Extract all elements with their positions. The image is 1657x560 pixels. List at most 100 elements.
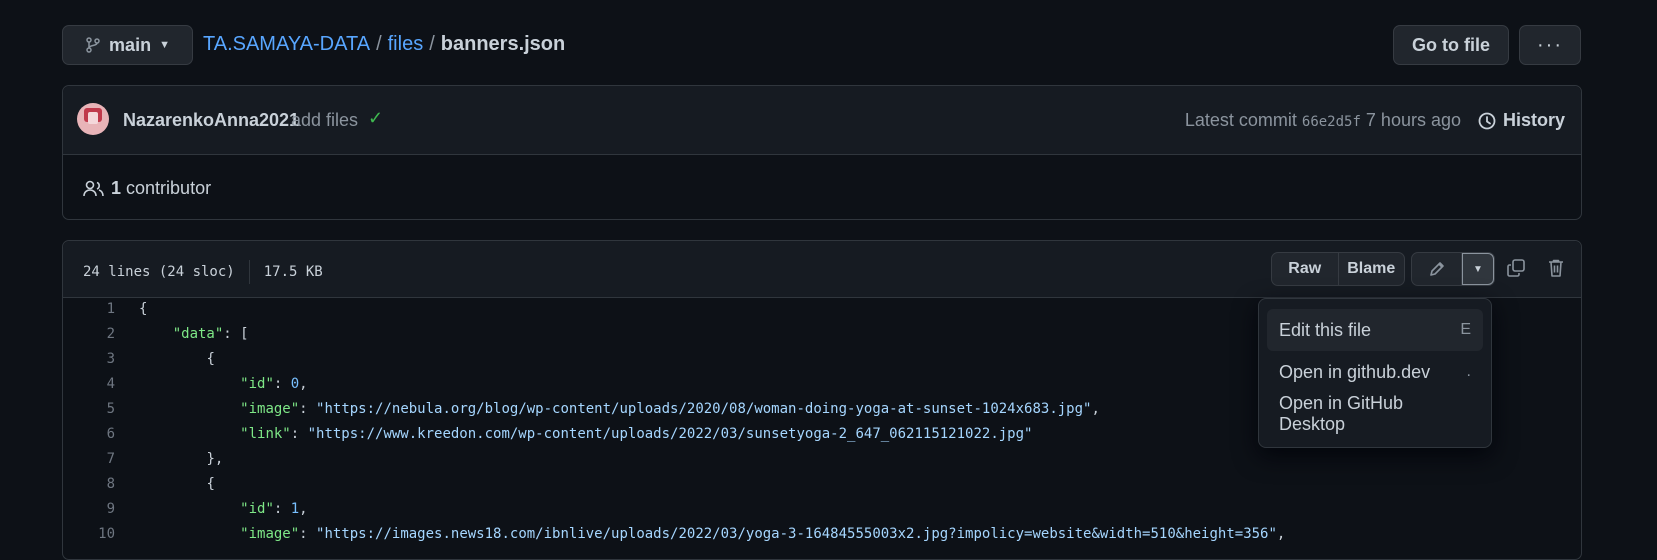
branch-name: main: [109, 34, 152, 55]
more-options-button[interactable]: ···: [1519, 25, 1581, 65]
check-icon[interactable]: ✓: [368, 108, 383, 129]
line-content: "image": "https://images.news18.com/ibnl…: [139, 526, 1285, 542]
menu-item-shortcut: E: [1460, 321, 1471, 338]
code-token: ,: [299, 501, 308, 517]
line-number[interactable]: 8: [63, 476, 115, 492]
pencil-icon: [1429, 262, 1444, 276]
raw-button[interactable]: Raw: [1272, 253, 1339, 285]
latest-commit-label: Latest commit: [1184, 110, 1297, 130]
line-number[interactable]: 7: [63, 451, 115, 467]
line-number[interactable]: 5: [63, 401, 115, 417]
code-token: ,: [1276, 526, 1286, 542]
breadcrumb-current-file: banners.json: [440, 33, 566, 55]
breadcrumb: TA.SAMAYA-DATA / files / banners.json: [203, 33, 565, 56]
breadcrumb-separator: /: [376, 33, 382, 55]
menu-item-label: Edit this file: [1279, 319, 1372, 340]
contributor-label: contributor: [126, 178, 212, 198]
code-token: :: [299, 526, 317, 542]
file-size: 17.5 KB: [263, 264, 323, 280]
git-branch-icon: [86, 37, 100, 53]
code-token: "id": [240, 501, 274, 517]
breadcrumb-folder-link[interactable]: files: [388, 33, 424, 55]
blame-button[interactable]: Blame: [1339, 253, 1405, 285]
menu-item-open-github-desktop[interactable]: Open in GitHub Desktop: [1267, 393, 1483, 435]
avatar[interactable]: [77, 103, 109, 135]
breadcrumb-separator: /: [429, 33, 435, 55]
contributor-count: 1: [111, 178, 122, 198]
code-line: 8 {: [63, 472, 1581, 497]
chevron-down-icon: ▼: [159, 39, 170, 51]
code-token: "image": [240, 526, 300, 542]
file-line-count: 24 lines (24 sloc): [83, 264, 235, 280]
edit-button-group: ▼: [1411, 252, 1495, 286]
code-token: :: [273, 376, 291, 392]
code-token: 0: [290, 376, 300, 392]
contributors-summary[interactable]: 1 contributor: [83, 178, 211, 199]
code-token: "https://images.news18.com/ibnlive/uploa…: [316, 526, 1277, 542]
line-number[interactable]: 6: [63, 426, 115, 442]
code-token: :: [299, 401, 317, 417]
latest-commit-row: NazarenkoAnna2021 add files ✓ Latest com…: [63, 86, 1581, 155]
code-token: {: [206, 476, 215, 492]
code-token: "id": [240, 376, 274, 392]
divider: [248, 260, 250, 284]
menu-item-label: Open in github.dev: [1279, 361, 1431, 382]
code-token: ,: [299, 376, 308, 392]
edit-dropdown-menu: Edit this file E Open in github.dev . Op…: [1258, 298, 1492, 448]
branch-selector-button[interactable]: main ▼: [62, 25, 193, 65]
edit-dropdown-toggle[interactable]: ▼: [1462, 253, 1494, 285]
code-token: : [: [223, 326, 249, 342]
history-link[interactable]: History: [1477, 110, 1565, 131]
copy-icon: [1507, 259, 1525, 277]
line-number[interactable]: 2: [63, 326, 115, 342]
commit-message-link[interactable]: add files: [291, 110, 358, 131]
code-token: :: [273, 501, 291, 517]
line-content: "link": "https://www.kreedon.com/wp-cont…: [139, 426, 1032, 442]
menu-item-label: Open in GitHub Desktop: [1279, 393, 1404, 434]
menu-item-shortcut: .: [1466, 363, 1471, 380]
line-content: {: [139, 351, 215, 367]
menu-item-edit-this-file[interactable]: Edit this file E: [1267, 309, 1483, 351]
code-token: {: [206, 351, 215, 367]
chevron-down-icon: ▼: [1473, 263, 1483, 275]
go-to-file-button[interactable]: Go to file: [1393, 25, 1509, 65]
code-token: },: [206, 451, 224, 467]
menu-item-open-github-dev[interactable]: Open in github.dev .: [1267, 351, 1483, 393]
edit-file-button[interactable]: [1412, 253, 1462, 285]
code-token: {: [139, 301, 148, 317]
commit-author-link[interactable]: NazarenkoAnna2021: [123, 110, 299, 131]
breadcrumb-repo-link[interactable]: TA.SAMAYA-DATA: [203, 33, 370, 55]
code-token: "https://nebula.org/blog/wp-content/uplo…: [316, 401, 1092, 417]
line-number[interactable]: 1: [63, 301, 115, 317]
line-number[interactable]: 3: [63, 351, 115, 367]
code-token: ,: [1091, 401, 1100, 417]
commit-info-box: NazarenkoAnna2021 add files ✓ Latest com…: [62, 85, 1582, 220]
code-token: "link": [240, 426, 291, 442]
line-number[interactable]: 9: [63, 501, 115, 517]
line-content: {: [139, 301, 147, 317]
delete-file-button[interactable]: [1545, 256, 1567, 280]
commit-time: 7 hours ago: [1365, 110, 1461, 130]
code-token: "image": [240, 401, 300, 417]
line-number[interactable]: 4: [63, 376, 115, 392]
line-number[interactable]: 10: [63, 526, 115, 542]
code-line: 10 "image": "https://images.news18.com/i…: [63, 522, 1581, 547]
code-token: "data": [172, 326, 224, 342]
line-content: "data": [: [139, 326, 249, 342]
copy-raw-button[interactable]: [1505, 256, 1527, 280]
trash-icon: [1549, 259, 1563, 277]
line-content: "id": 1,: [139, 501, 308, 517]
code-line: 9 "id": 1,: [63, 497, 1581, 522]
people-icon: [83, 180, 104, 196]
history-icon: [1478, 112, 1496, 129]
code-token: "https://www.kreedon.com/wp-content/uplo…: [307, 426, 1033, 442]
commit-sha-link[interactable]: 66e2d5f: [1302, 114, 1361, 130]
